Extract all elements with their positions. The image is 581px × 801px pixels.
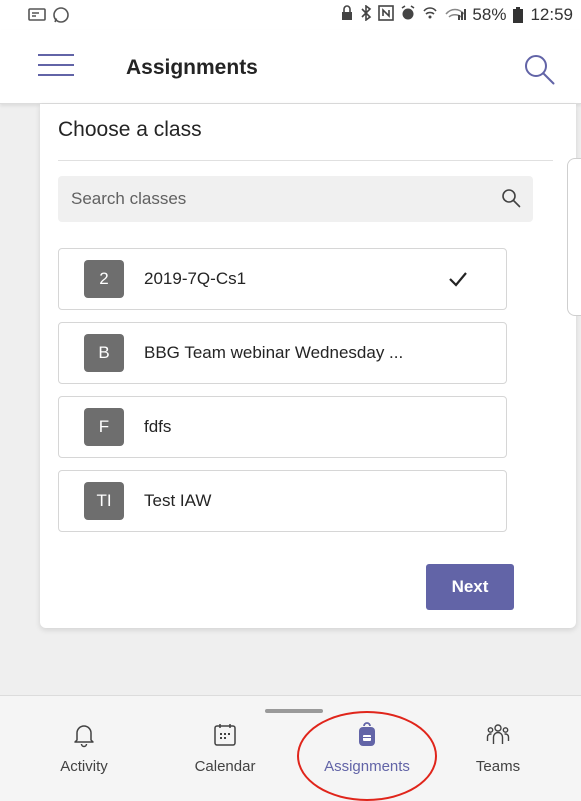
choose-class-panel: Choose a class Search classes 2 2019-7Q-… [40, 104, 576, 628]
nav-label: Teams [475, 758, 521, 775]
status-right: 58% 12:59 [340, 4, 573, 25]
class-item-2019-7q-cs1[interactable]: 2 2019-7Q-Cs1 [58, 248, 507, 310]
app-header: Assignments [0, 30, 581, 104]
next-button[interactable]: Next [426, 564, 514, 610]
panel-title: Choose a class [58, 118, 202, 141]
nfc-icon [378, 5, 394, 21]
check-icon [449, 272, 467, 287]
search-icon[interactable] [522, 52, 556, 86]
bell-icon [74, 725, 94, 748]
nav-label: Calendar [194, 758, 256, 775]
lock-icon [341, 5, 352, 20]
class-name: Test IAW [144, 491, 212, 510]
whatsapp-icon [53, 7, 69, 23]
nav-item-calendar[interactable]: Calendar [165, 722, 285, 794]
bottom-nav: Activity Calendar Assignments Teams [0, 695, 581, 801]
class-avatar: B [84, 334, 124, 372]
divider [58, 160, 553, 161]
class-item-fdfs[interactable]: F fdfs [58, 396, 507, 458]
class-name: 2019-7Q-Cs1 [144, 269, 247, 288]
nav-item-teams[interactable]: Teams [438, 722, 558, 794]
class-name: fdfs [144, 417, 172, 436]
calendar-icon [214, 724, 236, 746]
status-bar: 58% 12:59 [0, 0, 581, 30]
status-icons [340, 4, 467, 25]
clock: 12:59 [530, 5, 573, 24]
teams-icon [486, 724, 510, 744]
search-classes-input[interactable]: Search classes [58, 176, 533, 222]
class-name: BBG Team webinar Wednesday ... [144, 343, 404, 362]
search-icon [502, 189, 521, 208]
class-avatar: F [84, 408, 124, 446]
class-avatar: 2 [84, 260, 124, 298]
class-item-test-iaw[interactable]: TI Test IAW [58, 470, 507, 532]
status-left-icons [28, 6, 70, 24]
nav-item-assignments[interactable]: Assignments [307, 722, 427, 794]
page-title: Assignments [126, 56, 258, 79]
menu-icon[interactable] [38, 54, 74, 76]
class-avatar: TI [84, 482, 124, 520]
class-item-bbg-team-webinar[interactable]: B BBG Team webinar Wednesday ... [58, 322, 507, 384]
search-placeholder: Search classes [71, 189, 187, 208]
wifi-icon [445, 8, 467, 20]
nav-label: Assignments [324, 758, 410, 775]
nav-label: Activity [60, 758, 108, 775]
side-panel-edge[interactable] [567, 158, 581, 316]
drag-handle[interactable] [265, 709, 323, 713]
battery-icon [513, 7, 524, 23]
nav-item-activity[interactable]: Activity [24, 722, 144, 794]
alarm-icon [401, 5, 415, 20]
backpack-icon [359, 722, 375, 746]
bluetooth-icon [361, 4, 371, 22]
battery-percent: 58% [472, 5, 507, 24]
cast-icon [28, 8, 46, 21]
signal-icon [423, 7, 437, 19]
